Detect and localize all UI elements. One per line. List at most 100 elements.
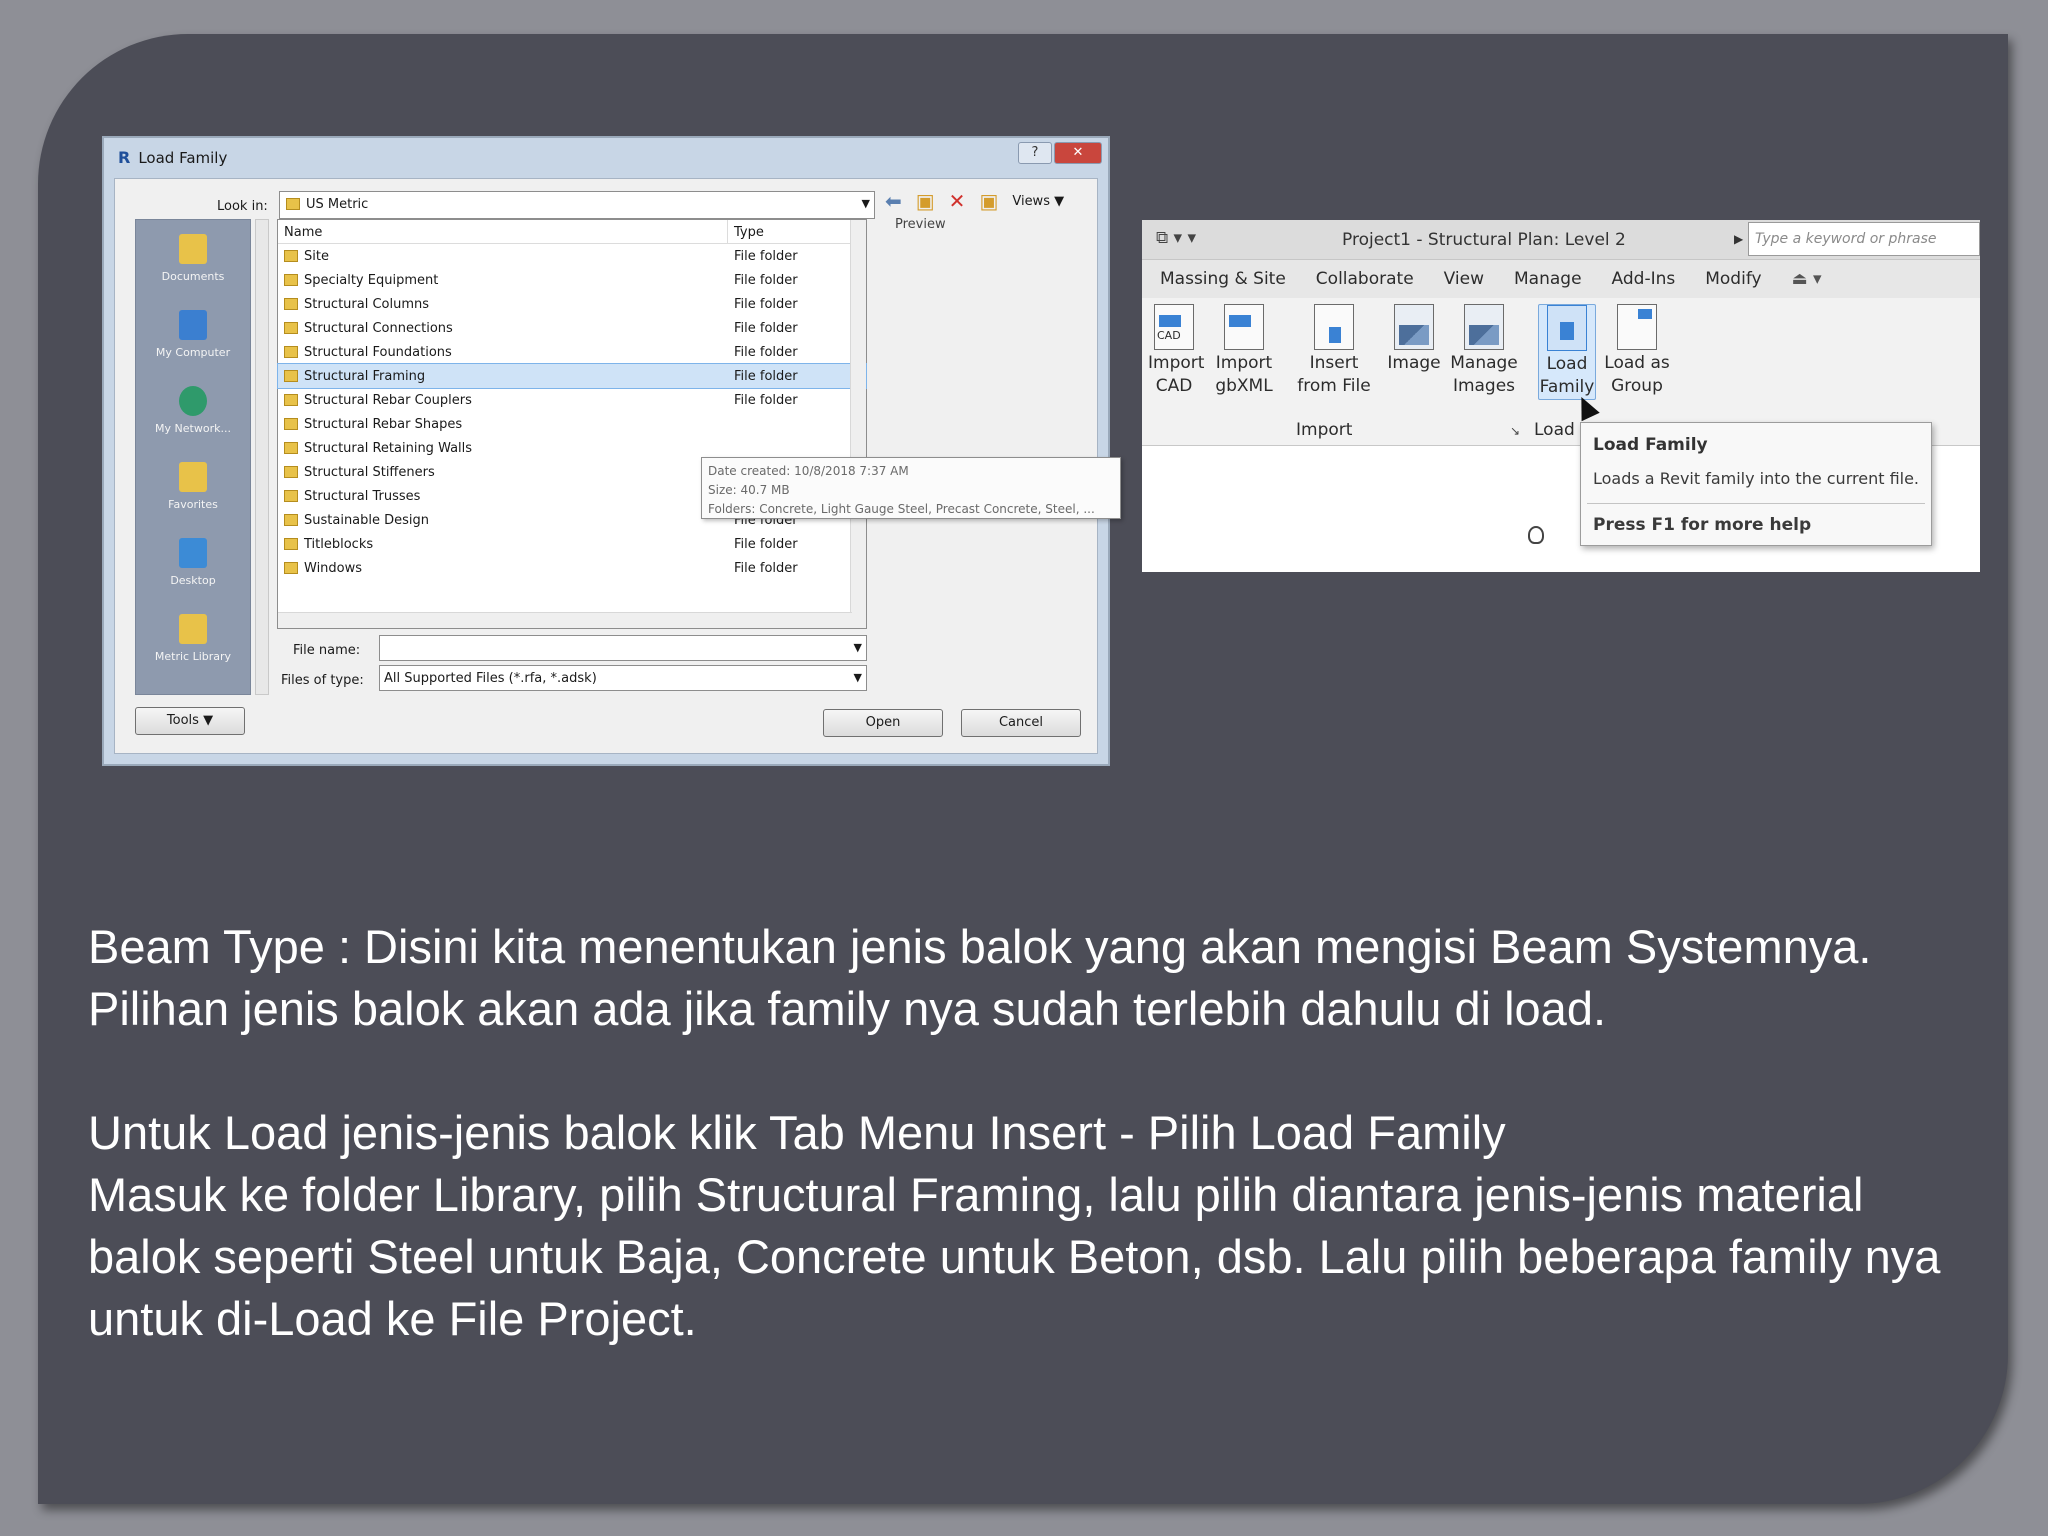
list-item-selected[interactable]: Structural Framing File folder [277, 363, 867, 389]
look-in-label: Look in: [217, 199, 268, 214]
dialog-launcher-icon[interactable]: ↘ [1510, 424, 1520, 438]
folder-name: Windows [304, 560, 363, 576]
folder-type: File folder [734, 344, 798, 360]
busy-cursor-icon [1528, 526, 1544, 544]
tab-collaborate[interactable]: Collaborate [1316, 269, 1414, 289]
quick-access-toolbar-icon[interactable]: ⧉ ▾ ▾ [1156, 228, 1196, 248]
tab-view[interactable]: View [1444, 269, 1484, 289]
tool-label: Insert [1309, 353, 1359, 373]
network-icon [179, 385, 207, 416]
up-folder-icon[interactable]: ▣ [916, 189, 935, 213]
tab-massing-site[interactable]: Massing & Site [1160, 269, 1286, 289]
views-label: Views [1012, 193, 1050, 209]
import-gbxml-button[interactable]: Import gbXML [1214, 304, 1274, 398]
list-item[interactable]: Structural Connections File folder [278, 316, 866, 340]
folder-type: File folder [734, 560, 798, 576]
cad-icon-text: CAD [1157, 329, 1181, 342]
image-button[interactable]: Image [1382, 304, 1446, 375]
insert-from-file-icon [1314, 304, 1354, 350]
tab-add-ins[interactable]: Add-Ins [1612, 269, 1676, 289]
folder-name: Structural Foundations [304, 344, 452, 360]
column-type[interactable]: Type [728, 220, 848, 243]
desktop-icon [179, 537, 207, 568]
folder-type: File folder [734, 248, 798, 264]
list-item[interactable]: Structural Rebar Couplers File folder [278, 388, 866, 412]
manage-images-button[interactable]: Manage Images [1448, 304, 1520, 398]
expand-triangle-icon[interactable]: ▶ [1734, 232, 1743, 246]
folder-name: Structural Trusses [304, 488, 421, 504]
place-metric-library[interactable]: Metric Library [136, 600, 250, 676]
delete-icon[interactable]: ✕ [949, 189, 966, 213]
folder-icon [284, 490, 298, 502]
paragraph-load-instructions: Untuk Load jenis-jenis balok klik Tab Me… [88, 1106, 1506, 1159]
open-button[interactable]: Open [823, 709, 943, 737]
place-label: My Computer [155, 345, 231, 359]
places-scrollbar[interactable] [255, 219, 269, 695]
tool-label: Load [1546, 354, 1588, 374]
folder-icon [284, 466, 298, 478]
list-item[interactable]: Structural Foundations File folder [278, 340, 866, 364]
list-item[interactable]: Titleblocks File folder [278, 532, 866, 556]
load-family-button[interactable]: Load Family [1538, 304, 1596, 400]
help-button[interactable]: ? [1018, 142, 1052, 164]
tools-button[interactable]: Tools ▼ [135, 707, 245, 735]
tools-label: Tools [166, 713, 199, 728]
close-button[interactable]: ✕ [1054, 142, 1102, 164]
back-arrow-icon[interactable]: ⬅ [885, 189, 902, 213]
folder-icon [284, 418, 298, 430]
tool-label: Import [1215, 353, 1273, 373]
chevron-down-icon: ▼ [861, 197, 870, 210]
place-label: Favorites [168, 497, 218, 511]
tool-label: Group [1611, 376, 1663, 396]
tab-manage[interactable]: Manage [1514, 269, 1582, 289]
look-in-value: US Metric [306, 197, 369, 212]
load-panel-label: Load [1534, 420, 1575, 440]
file-list-vertical-scrollbar[interactable] [850, 220, 866, 628]
folder-name: Structural Rebar Couplers [304, 392, 472, 408]
dialog-titlebar: R Load Family [118, 148, 227, 167]
column-name[interactable]: Name [278, 220, 728, 243]
folder-type: File folder [734, 368, 798, 384]
place-label: Metric Library [154, 649, 232, 663]
load-as-group-button[interactable]: Load as Group [1604, 304, 1670, 398]
place-documents[interactable]: Documents [136, 220, 250, 296]
cancel-button[interactable]: Cancel [961, 709, 1081, 737]
place-desktop[interactable]: Desktop [136, 524, 250, 600]
file-list-header: Name Type [278, 220, 866, 244]
import-cad-button[interactable]: CAD Import CAD [1148, 304, 1204, 398]
place-favorites[interactable]: Favorites [136, 448, 250, 524]
folder-name: Structural Stiffeners [304, 464, 435, 480]
tooltip-divider [1587, 503, 1925, 504]
preview-label: Preview [895, 217, 946, 232]
search-input[interactable]: Type a keyword or phrase [1748, 222, 1980, 256]
files-of-type-dropdown[interactable]: All Supported Files (*.rfa, *.adsk) ▼ [379, 665, 867, 691]
folder-type: File folder [734, 392, 798, 408]
list-item[interactable]: Structural Rebar Shapes [278, 412, 866, 436]
tooltip-date: Date created: 10/8/2018 7:37 AM [708, 464, 909, 478]
files-of-type-label: Files of type: [281, 673, 364, 688]
place-my-network[interactable]: My Network... [136, 372, 250, 448]
list-item[interactable]: Site File folder [278, 244, 866, 268]
place-label: Documents [161, 269, 225, 283]
favorites-folder-icon [179, 461, 207, 492]
file-name-input[interactable]: ▼ [379, 635, 867, 661]
file-name-label: File name: [293, 643, 361, 658]
folder-type: File folder [734, 272, 798, 288]
tab-modify[interactable]: Modify [1705, 269, 1761, 289]
look-in-dropdown[interactable]: US Metric ▼ [279, 191, 875, 219]
insert-from-file-button[interactable]: Insert from File [1294, 304, 1374, 398]
tool-label: Load as [1604, 353, 1670, 373]
new-folder-icon[interactable]: ▣ [979, 189, 998, 213]
load-family-icon [1547, 305, 1587, 351]
folder-name: Structural Framing [304, 368, 426, 384]
list-item[interactable]: Windows File folder [278, 556, 866, 580]
list-item[interactable]: Structural Columns File folder [278, 292, 866, 316]
place-my-computer[interactable]: My Computer [136, 296, 250, 372]
views-menu[interactable]: Views ▼ [1012, 194, 1064, 209]
tool-label: Manage [1450, 353, 1518, 373]
folder-icon [284, 562, 298, 574]
file-list-horizontal-scrollbar[interactable] [278, 612, 852, 628]
ribbon-options-icon[interactable]: ⏏ ▾ [1792, 269, 1822, 289]
list-item[interactable]: Specialty Equipment File folder [278, 268, 866, 292]
